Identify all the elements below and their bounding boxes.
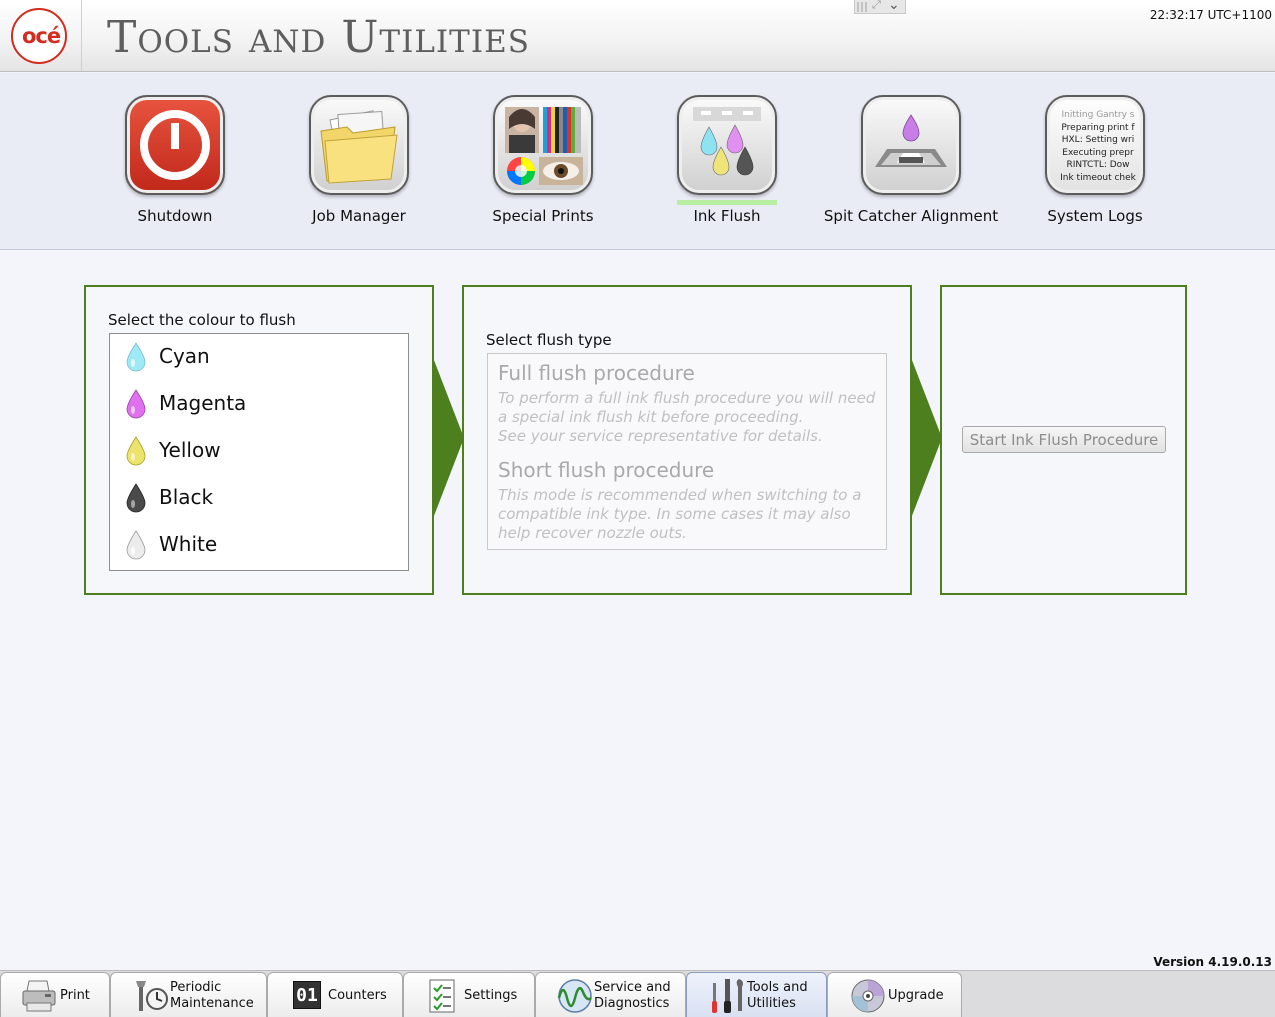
short-flush-description: This mode is recommended when switching … xyxy=(498,486,862,542)
tab-label: Maintenance xyxy=(170,996,254,1011)
bottom-tab-bar: Print Periodic Maintenance 01 Counters S… xyxy=(0,970,1275,1017)
flush-type-label: Select flush type xyxy=(486,331,612,349)
disc-icon xyxy=(851,979,885,1013)
log-line: Ink timeout chek xyxy=(1060,172,1136,183)
tab-label: Settings xyxy=(464,988,518,1003)
logo-text: océ xyxy=(21,24,61,48)
colour-item-black[interactable]: Black xyxy=(110,475,408,522)
tab-label: Service and xyxy=(594,980,671,995)
tab-label: Tools and xyxy=(747,980,808,995)
tab-settings[interactable]: Settings xyxy=(403,972,535,1017)
flush-type-panel: Select flush type Full flush procedure T… xyxy=(462,285,912,595)
checklist-icon xyxy=(429,979,455,1013)
colour-name: Cyan xyxy=(159,344,210,368)
log-line: Initting Gantry s xyxy=(1061,110,1135,120)
tool-spit-catcher-alignment[interactable]: Spit Catcher Alignment xyxy=(816,95,1006,235)
colour-name: Magenta xyxy=(159,391,247,415)
tool-label: Ink Flush xyxy=(693,207,761,225)
tool-ink-flush[interactable]: Ink Flush xyxy=(632,95,822,235)
colour-name: White xyxy=(159,532,218,556)
active-tool-indicator xyxy=(677,200,777,205)
tool-label: Shutdown xyxy=(137,207,213,225)
oce-logo: océ xyxy=(0,0,82,71)
log-line: Executing prepr xyxy=(1062,147,1134,158)
log-line: HXL: Setting wri xyxy=(1061,135,1135,145)
colour-item-cyan[interactable]: Cyan xyxy=(110,334,408,381)
tab-upgrade[interactable]: Upgrade xyxy=(827,972,962,1017)
maintenance-clock-icon xyxy=(136,981,168,1011)
tools-icon xyxy=(712,979,743,1013)
tool-label: Special Prints xyxy=(492,207,594,225)
spit-catcher-icon[interactable] xyxy=(861,95,961,195)
full-flush-description: To perform a full ink flush procedure yo… xyxy=(498,389,876,426)
window-control[interactable]: ⤢ ⌄ xyxy=(854,0,906,14)
header-bar: océ Tools and Utilities ⤢ ⌄ 22:32:17 UTC… xyxy=(0,0,1275,72)
colour-item-magenta[interactable]: Magenta xyxy=(110,381,408,428)
colour-panel: Select the colour to flush Cyan Magenta … xyxy=(84,285,434,595)
expand-icon[interactable]: ⤢ xyxy=(872,0,881,12)
step-arrow-icon xyxy=(432,355,464,521)
tool-row: Shutdown Job Manager Special Prints Ink … xyxy=(0,73,1275,250)
logo-circle: océ xyxy=(11,8,67,64)
tab-label: Counters xyxy=(328,988,387,1003)
folder-icon[interactable] xyxy=(309,95,409,195)
special-prints-icon[interactable] xyxy=(493,95,593,195)
tab-label: Utilities xyxy=(747,996,796,1011)
tab-label: Diagnostics xyxy=(594,996,670,1011)
tool-label: System Logs xyxy=(1047,207,1143,225)
colour-panel-label: Select the colour to flush xyxy=(108,311,296,329)
black-drop-icon xyxy=(126,483,146,513)
colour-item-yellow[interactable]: Yellow xyxy=(110,428,408,475)
yellow-drop-icon xyxy=(126,436,146,466)
start-panel: Start Ink Flush Procedure xyxy=(940,285,1187,595)
version-label: Version 4.19.0.13 xyxy=(1153,955,1272,969)
start-ink-flush-button[interactable]: Start Ink Flush Procedure xyxy=(962,426,1166,453)
tab-periodic-maintenance[interactable]: Periodic Maintenance xyxy=(110,972,267,1017)
counter-icon: 01 xyxy=(293,981,321,1009)
page-title: Tools and Utilities xyxy=(107,12,530,63)
colour-item-white[interactable]: White xyxy=(110,522,408,569)
white-drop-icon xyxy=(126,530,146,560)
tab-label: Upgrade xyxy=(888,988,944,1003)
log-line: RINTCTL: Dow xyxy=(1066,160,1130,170)
tab-tools-and-utilities[interactable]: Tools and Utilities xyxy=(686,972,827,1017)
flush-type-list[interactable]: Full flush procedure To perform a full i… xyxy=(487,353,887,550)
tool-job-manager[interactable]: Job Manager xyxy=(264,95,454,235)
keyboard-icon[interactable] xyxy=(857,2,869,12)
tool-shutdown[interactable]: Shutdown xyxy=(80,95,270,235)
tool-system-logs[interactable]: Initting Gantry s Preparing print f HXL:… xyxy=(1000,95,1190,235)
log-line: Preparing print f xyxy=(1061,122,1135,133)
tab-print[interactable]: Print xyxy=(0,972,110,1017)
tool-label: Spit Catcher Alignment xyxy=(823,207,999,225)
tab-label: Periodic xyxy=(170,980,222,995)
tool-label: Job Manager xyxy=(312,207,406,225)
colour-name: Black xyxy=(159,485,214,509)
waveform-icon xyxy=(557,979,592,1013)
power-icon[interactable] xyxy=(125,95,225,195)
short-flush-option[interactable]: Short flush procedure xyxy=(498,458,714,482)
log-text-icon[interactable]: Initting Gantry s Preparing print f HXL:… xyxy=(1045,95,1145,195)
colour-name: Yellow xyxy=(159,438,221,462)
chevron-down-icon[interactable]: ⌄ xyxy=(888,0,900,13)
full-flush-option[interactable]: Full flush procedure xyxy=(498,361,695,385)
full-flush-note: See your service representative for deta… xyxy=(498,427,823,445)
step-arrow-icon xyxy=(910,355,942,521)
cyan-drop-icon xyxy=(126,342,146,372)
tab-service-and-diagnostics[interactable]: Service and Diagnostics xyxy=(535,972,686,1017)
tab-label: Print xyxy=(60,988,90,1003)
magenta-drop-icon xyxy=(126,389,146,419)
ink-drops-icon[interactable] xyxy=(677,95,777,195)
tool-special-prints[interactable]: Special Prints xyxy=(448,95,638,235)
colour-list[interactable]: Cyan Magenta Yellow Black White xyxy=(109,333,409,571)
clock: 22:32:17 UTC+1100 xyxy=(1149,8,1272,22)
printer-icon xyxy=(22,980,56,1012)
tab-counters[interactable]: 01 Counters xyxy=(267,972,403,1017)
